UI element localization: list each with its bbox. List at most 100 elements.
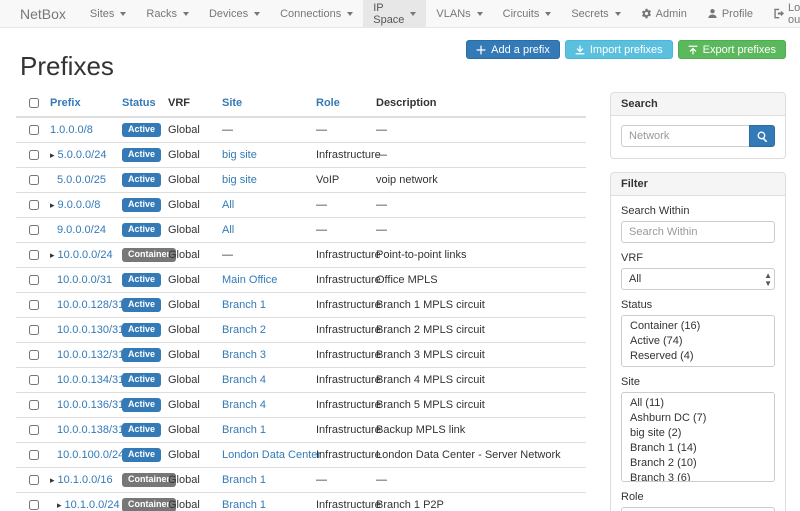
prefix-link[interactable]: 10.0.0.130/31 [57, 324, 124, 336]
prefix-link[interactable]: 10.0.0.128/31 [57, 299, 124, 311]
row-checkbox[interactable] [29, 200, 39, 210]
site-link[interactable]: Branch 3 [222, 349, 266, 361]
column-header-link[interactable]: Status [122, 97, 156, 109]
prefix-link[interactable]: 10.0.0.0/24 [58, 249, 113, 261]
nav-item-sites[interactable]: Sites [80, 0, 136, 27]
prefix-link[interactable]: 10.0.0.136/31 [57, 399, 124, 411]
listbox-option[interactable]: Branch 1 (14) [622, 441, 774, 456]
site-link[interactable]: All [222, 224, 234, 236]
chevron-down-icon [615, 12, 621, 16]
row-checkbox[interactable] [29, 175, 39, 185]
site-link[interactable]: Branch 4 [222, 374, 266, 386]
row-checkbox[interactable] [29, 275, 39, 285]
listbox-option[interactable]: Branch 3 (6) [622, 471, 774, 482]
site-link[interactable]: Branch 4 [222, 399, 266, 411]
prefix-link[interactable]: 1.0.0.0/8 [50, 124, 93, 136]
row-checkbox[interactable] [29, 500, 39, 510]
column-header-prefix[interactable]: Prefix [42, 92, 114, 117]
expand-children-icon[interactable]: ▸ [50, 250, 55, 260]
prefix-link[interactable]: 9.0.0.0/8 [58, 199, 101, 211]
column-header-role[interactable]: Role [308, 92, 368, 117]
prefix-link[interactable]: 5.0.0.0/25 [57, 174, 106, 186]
row-checkbox[interactable] [29, 325, 39, 335]
export-prefixes-button[interactable]: Export prefixes [678, 40, 786, 59]
site-link[interactable]: Main Office [222, 274, 277, 286]
search-panel-title: Search [611, 93, 785, 116]
role-cell: — [308, 218, 368, 243]
row-checkbox[interactable] [29, 350, 39, 360]
listbox-option[interactable]: All (11) [622, 396, 774, 411]
site-link[interactable]: Branch 1 [222, 299, 266, 311]
site-link[interactable]: All [222, 199, 234, 211]
nav-item-log-out[interactable]: Log out [763, 0, 800, 27]
listbox-option[interactable]: Active (74) [622, 334, 774, 349]
status-badge: Active [122, 323, 161, 337]
prefix-link[interactable]: 10.0.0.138/31 [57, 424, 124, 436]
site-listbox[interactable]: All (11)Ashburn DC (7)big site (2)Branch… [621, 392, 775, 482]
nav-item-racks[interactable]: Racks [136, 0, 199, 27]
column-header-site[interactable]: Site [214, 92, 308, 117]
site-link[interactable]: Branch 1 [222, 474, 266, 486]
row-checkbox[interactable] [29, 225, 39, 235]
site-link[interactable]: Branch 2 [222, 324, 266, 336]
prefix-link[interactable]: 10.0.0.132/31 [57, 349, 124, 361]
expand-children-icon[interactable]: ▸ [50, 200, 55, 210]
row-checkbox[interactable] [29, 300, 39, 310]
listbox-option[interactable]: big site (2) [622, 426, 774, 441]
nav-item-profile[interactable]: Profile [697, 0, 763, 27]
prefix-link[interactable]: 5.0.0.0/24 [58, 149, 107, 161]
expand-children-icon[interactable]: ▸ [50, 150, 55, 160]
nav-item-admin[interactable]: Admin [631, 0, 697, 27]
prefix-link[interactable]: 10.0.0.134/31 [57, 374, 124, 386]
nav-item-secrets[interactable]: Secrets [561, 0, 630, 27]
listbox-option[interactable]: Branch 2 (10) [622, 456, 774, 471]
site-cell-empty: — [214, 117, 308, 143]
site-link[interactable]: Branch 1 [222, 499, 266, 511]
listbox-option[interactable]: Deprecated (1) [622, 364, 774, 367]
row-checkbox[interactable] [29, 450, 39, 460]
listbox-option[interactable]: Reserved (4) [622, 349, 774, 364]
expand-children-icon[interactable]: ▸ [50, 475, 55, 485]
row-checkbox[interactable] [29, 425, 39, 435]
status-listbox[interactable]: Container (16)Active (74)Reserved (4)Dep… [621, 315, 775, 367]
nav-item-label: Profile [722, 8, 753, 20]
row-checkbox[interactable] [29, 150, 39, 160]
prefix-link[interactable]: 10.1.0.0/24 [65, 499, 120, 511]
site-link[interactable]: London Data Center [222, 449, 321, 461]
row-checkbox[interactable] [29, 400, 39, 410]
row-checkbox[interactable] [29, 250, 39, 260]
row-checkbox[interactable] [29, 475, 39, 485]
expand-children-icon[interactable]: ▸ [57, 500, 62, 510]
role-listbox[interactable]: Infrastructure (25)Management (8)Private… [621, 507, 775, 511]
prefix-link[interactable]: 9.0.0.0/24 [57, 224, 106, 236]
navbar-brand[interactable]: NetBox [0, 0, 80, 27]
search-within-input[interactable] [621, 221, 775, 243]
nav-item-vlans[interactable]: VLANs [426, 0, 492, 27]
nav-item-devices[interactable]: Devices [199, 0, 270, 27]
nav-item-label: Racks [146, 8, 177, 20]
listbox-option[interactable]: Ashburn DC (7) [622, 411, 774, 426]
search-button[interactable] [749, 125, 775, 147]
import-prefixes-button[interactable]: Import prefixes [565, 40, 673, 59]
column-header-link[interactable]: Prefix [50, 97, 81, 109]
prefix-link[interactable]: 10.0.0.0/31 [57, 274, 112, 286]
select-all-checkbox[interactable] [29, 98, 39, 108]
search-input[interactable] [621, 125, 749, 147]
column-header-link[interactable]: Role [316, 97, 340, 109]
status-badge: Active [122, 423, 161, 437]
column-header-link[interactable]: Site [222, 97, 242, 109]
column-header-status[interactable]: Status [114, 92, 160, 117]
nav-item-connections[interactable]: Connections [270, 0, 363, 27]
nav-item-circuits[interactable]: Circuits [493, 0, 562, 27]
prefix-link[interactable]: 10.1.0.0/16 [58, 474, 113, 486]
row-checkbox[interactable] [29, 125, 39, 135]
add-prefix-button[interactable]: Add a prefix [466, 40, 560, 59]
site-link[interactable]: big site [222, 174, 257, 186]
nav-item-ip-space[interactable]: IP Space [363, 0, 426, 27]
row-checkbox[interactable] [29, 375, 39, 385]
vrf-select[interactable]: All ▲▼ [621, 268, 775, 290]
site-link[interactable]: big site [222, 149, 257, 161]
site-link[interactable]: Branch 1 [222, 424, 266, 436]
prefix-link[interactable]: 10.0.100.0/24 [57, 449, 124, 461]
listbox-option[interactable]: Container (16) [622, 319, 774, 334]
